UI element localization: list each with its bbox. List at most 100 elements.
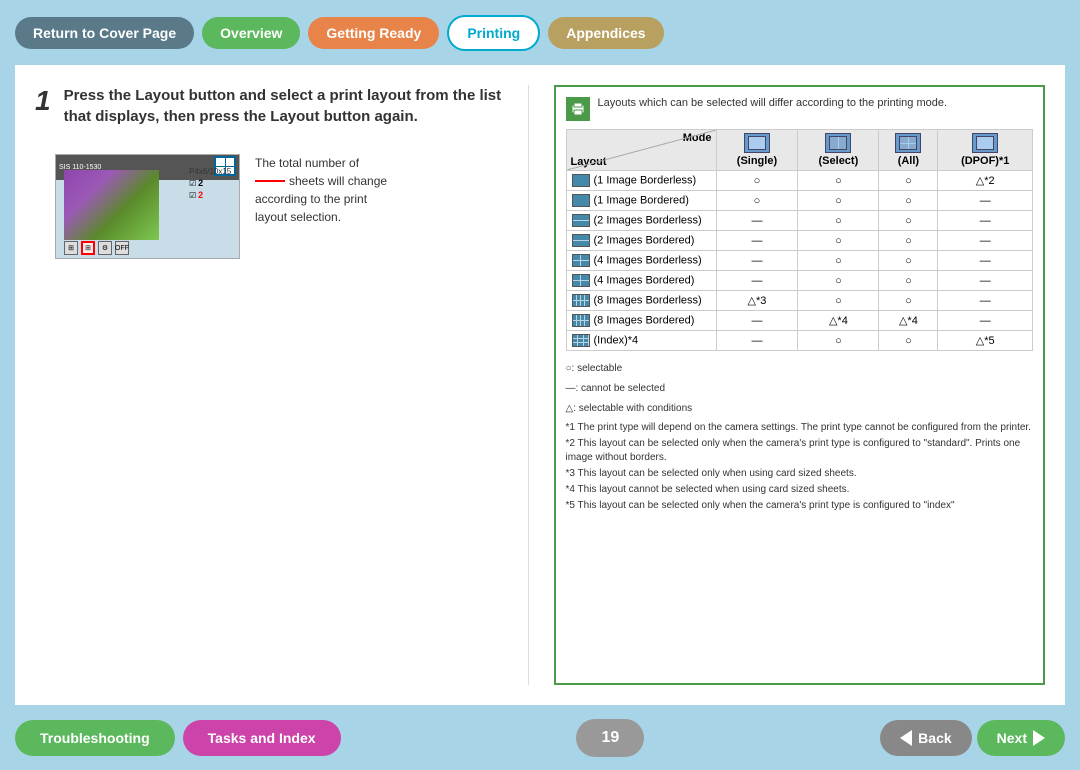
- dpof-icon: [972, 133, 998, 153]
- table-row: (4 Images Borderless)—○○—: [566, 251, 1033, 271]
- cell-all: ○: [879, 191, 938, 211]
- cell-all: ○: [879, 271, 938, 291]
- table-header-note: Layouts which can be selected will diffe…: [566, 97, 1034, 121]
- table-row: (4 Images Bordered)—○○—: [566, 271, 1033, 291]
- cell-select: ○: [798, 231, 879, 251]
- right-panel: Layouts which can be selected will diffe…: [554, 85, 1046, 685]
- cell-dpof: —: [938, 191, 1033, 211]
- printing-button[interactable]: Printing: [447, 15, 540, 51]
- legend-dash: —: cannot be selected: [566, 381, 1034, 396]
- cell-single: —: [716, 231, 798, 251]
- next-button[interactable]: Next: [977, 720, 1065, 756]
- layout-cell: (4 Images Borderless): [566, 251, 716, 271]
- cell-dpof: △*5: [938, 331, 1033, 351]
- table-row: (Index)*4—○○△*5: [566, 331, 1033, 351]
- cell-select: ○: [798, 291, 879, 311]
- cell-select: ○: [798, 271, 879, 291]
- cam-icon-1: ⊞: [64, 241, 78, 255]
- layout-label: Layout: [571, 156, 607, 168]
- layout-icon: [572, 314, 590, 327]
- camera-right-panel: P4x6/10x15 ☑ 2 ☑ 2: [189, 167, 234, 200]
- step-instruction: Press the Layout button and select a pri…: [64, 85, 503, 127]
- getting-ready-button[interactable]: Getting Ready: [308, 17, 439, 49]
- cell-select: ○: [798, 331, 879, 351]
- return-to-cover-button[interactable]: Return to Cover Page: [15, 17, 194, 49]
- layout-icon: [572, 254, 590, 267]
- footnote-4: *4 This layout cannot be selected when u…: [566, 483, 1034, 497]
- cell-all: ○: [879, 171, 938, 191]
- layout-name: (8 Images Bordered): [594, 314, 695, 326]
- cell-all: ○: [879, 331, 938, 351]
- col-select-label: (Select): [819, 155, 859, 167]
- camera-bottom-icons: ⊞ ⊞ ⚙ OFF: [64, 241, 129, 255]
- troubleshooting-button[interactable]: Troubleshooting: [15, 720, 175, 756]
- description-text: The total number of sheets will change a…: [255, 154, 387, 226]
- desc-line3: according to the print: [255, 190, 387, 208]
- desc-line1: The total number of: [255, 154, 387, 172]
- cell-all: ○: [879, 251, 938, 271]
- cell-single: —: [716, 211, 798, 231]
- cam-icon-3: OFF: [115, 241, 129, 255]
- header-note-text: Layouts which can be selected will diffe…: [598, 97, 948, 109]
- cell-dpof: —: [938, 291, 1033, 311]
- cell-all: ○: [879, 291, 938, 311]
- layout-icon: [572, 174, 590, 187]
- col-single-label: (Single): [737, 155, 777, 167]
- cell-dpof: —: [938, 211, 1033, 231]
- cell-single: —: [716, 251, 798, 271]
- layout-name: (2 Images Borderless): [594, 214, 702, 226]
- cam-icon-layout-selected: ⊞: [81, 241, 95, 255]
- footnote-2: *2 This layout can be selected only when…: [566, 437, 1034, 465]
- all-icon: [895, 133, 921, 153]
- page-number: 19: [576, 719, 644, 757]
- cell-single: —: [716, 271, 798, 291]
- select-icon: [825, 133, 851, 153]
- layout-cell: (8 Images Borderless): [566, 291, 716, 311]
- layout-icon: [572, 334, 590, 347]
- left-panel: 1 Press the Layout button and select a p…: [35, 85, 503, 685]
- col-all-label: (All): [898, 155, 919, 167]
- back-label: Back: [918, 730, 951, 746]
- step-number: 1: [35, 85, 51, 117]
- green-icon: [566, 97, 590, 121]
- layout-cell: (4 Images Bordered): [566, 271, 716, 291]
- layout-icon: [572, 214, 590, 227]
- cam-icon-2: ⚙: [98, 241, 112, 255]
- cell-all: ○: [879, 231, 938, 251]
- top-navigation: Return to Cover Page Overview Getting Re…: [0, 0, 1080, 65]
- tasks-and-index-button[interactable]: Tasks and Index: [183, 720, 341, 756]
- cell-single: —: [716, 311, 798, 331]
- cell-select: ○: [798, 211, 879, 231]
- overview-button[interactable]: Overview: [202, 17, 300, 49]
- cell-dpof: —: [938, 251, 1033, 271]
- desc-line4: layout selection.: [255, 208, 387, 226]
- layout-cell: (1 Image Borderless): [566, 171, 716, 191]
- layout-cell: (8 Images Bordered): [566, 311, 716, 331]
- mode-label: Mode: [683, 132, 712, 144]
- red-line-indicator: [255, 180, 285, 182]
- cell-single: ○: [716, 191, 798, 211]
- cell-all: ○: [879, 211, 938, 231]
- legend-circle: ○: selectable: [566, 361, 1034, 376]
- desc-line2-wrapper: sheets will change: [255, 172, 387, 190]
- printer-icon: [570, 101, 586, 117]
- desc-line2: sheets will change: [289, 172, 387, 190]
- single-icon: [744, 133, 770, 153]
- layout-name: (Index)*4: [594, 334, 639, 346]
- back-next-group: Back Next: [880, 720, 1065, 756]
- back-button[interactable]: Back: [880, 720, 971, 756]
- appendices-button[interactable]: Appendices: [548, 17, 663, 49]
- cell-single: △*3: [716, 291, 798, 311]
- col-all-header: (All): [879, 130, 938, 171]
- col-select-header: (Select): [798, 130, 879, 171]
- table-row: (1 Image Bordered)○○○—: [566, 191, 1033, 211]
- cell-select: △*4: [798, 311, 879, 331]
- layout-name: (2 Images Bordered): [594, 234, 695, 246]
- layout-name: (4 Images Bordered): [594, 274, 695, 286]
- layout-cell: (2 Images Borderless): [566, 211, 716, 231]
- photo-size-label: P4x6/10x15: [189, 167, 234, 176]
- layout-cell: (Index)*4: [566, 331, 716, 351]
- cell-all: △*4: [879, 311, 938, 331]
- cell-single: ○: [716, 171, 798, 191]
- cell-dpof: △*2: [938, 171, 1033, 191]
